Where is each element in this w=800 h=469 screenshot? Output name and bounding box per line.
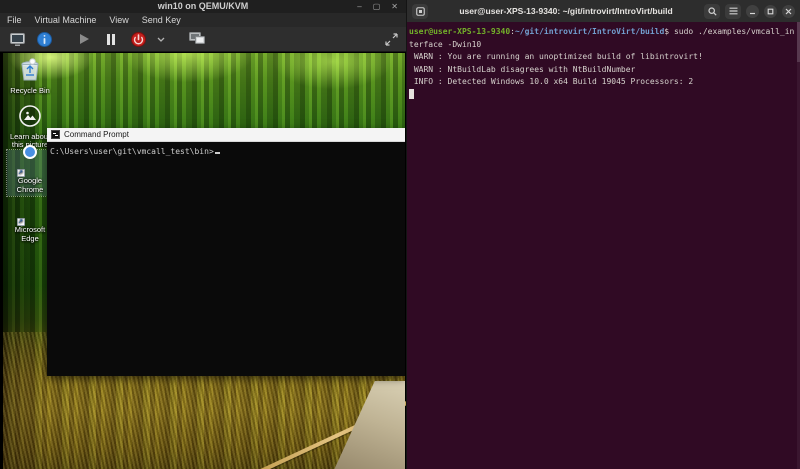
graphical-console-icon[interactable] — [8, 30, 26, 48]
menu-virtual-machine[interactable]: Virtual Machine — [35, 15, 97, 25]
command-prompt-titlebar[interactable]: Command Prompt — [47, 128, 405, 142]
vm-display[interactable]: Recycle Bin Learn about this picture ↗ G… — [0, 52, 406, 469]
desktop-icon-label: Recycle Bin — [10, 85, 50, 95]
qemu-window-controls: – ▢ ✕ — [357, 0, 406, 13]
picture-info-icon — [7, 104, 53, 131]
cmd-prompt-text: C:\Users\user\git\vmcall_test\bin> — [50, 147, 214, 156]
windows-desktop-wallpaper: Recycle Bin Learn about this picture ↗ G… — [3, 53, 406, 469]
terminal-body[interactable]: user@user-XPS-13-9340:~/git/introvirt/In… — [407, 22, 800, 469]
maximize-icon[interactable]: ▢ — [373, 0, 381, 13]
desktop-icon-recycle-bin[interactable]: Recycle Bin — [7, 56, 53, 97]
menu-file[interactable]: File — [7, 15, 22, 25]
shutdown-icon[interactable] — [129, 30, 147, 48]
cmd-cursor — [214, 152, 220, 154]
terminal-headerbar[interactable]: user@user-XPS-13-9340: ~/git/introvirt/I… — [407, 0, 800, 22]
terminal-window-title: user@user-XPS-13-9340: ~/git/introvirt/I… — [459, 6, 673, 16]
search-icon[interactable] — [704, 3, 720, 19]
shortcut-arrow-icon: ↗ — [16, 169, 25, 177]
qemu-titlebar[interactable]: win10 on QEMU/KVM – ▢ ✕ — [0, 0, 406, 13]
new-tab-icon[interactable] — [412, 3, 428, 19]
prompt-path: ~/git/introvirt/IntroVirt/build — [514, 27, 665, 36]
command-text: sudo ./examples/vmcall_in — [673, 27, 795, 36]
cmd-app-icon — [51, 130, 60, 139]
prompt-user-host: user@user-XPS-13-9340 — [409, 27, 511, 36]
command-prompt-title: Command Prompt — [64, 130, 129, 139]
maximize-icon[interactable] — [764, 4, 777, 18]
qemu-vm-window: win10 on QEMU/KVM – ▢ ✕ File Virtual Mac… — [0, 0, 406, 469]
pause-icon[interactable] — [102, 30, 120, 48]
close-icon[interactable]: ✕ — [391, 0, 398, 13]
microsoft-edge-icon: ↗ — [16, 201, 42, 226]
minimize-icon[interactable]: – — [357, 0, 361, 13]
close-icon[interactable] — [782, 4, 795, 18]
terminal-output-line: WARN : NtBuildLab disagrees with NtBuild… — [409, 64, 636, 74]
minimize-icon[interactable] — [746, 4, 759, 18]
desktop-icon-label: Google Chrome — [16, 176, 44, 194]
desktop-root: win10 on QEMU/KVM – ▢ ✕ File Virtual Mac… — [0, 0, 800, 469]
command-prompt-window[interactable]: Command Prompt C:\Users\user\git\vmcall_… — [47, 128, 405, 376]
terminal-prompt-line: user@user-XPS-13-9340:~/git/introvirt/In… — [409, 26, 798, 39]
qemu-toolbar — [0, 27, 406, 52]
terminal-cursor-line — [409, 88, 798, 102]
shutdown-menu-chevron-icon[interactable] — [156, 30, 166, 48]
google-chrome-icon: ↗ — [16, 152, 42, 177]
run-icon[interactable] — [75, 30, 93, 48]
recycle-bin-icon — [7, 58, 53, 85]
command-prompt-body[interactable]: C:\Users\user\git\vmcall_test\bin> — [47, 142, 405, 376]
qemu-window-title: win10 on QEMU/KVM — [157, 1, 249, 11]
shortcut-arrow-icon: ↗ — [16, 218, 25, 226]
terminal-output-line: INFO : Detected Windows 10.0 x64 Build 1… — [409, 77, 694, 86]
terminal-output-line: WARN : You are running an unoptimized bu… — [409, 52, 703, 61]
hamburger-menu-icon[interactable] — [725, 3, 741, 19]
terminal-command-wrap-line: terface -Dwin10 — [409, 39, 482, 49]
gnome-terminal-window: user@user-XPS-13-9340: ~/git/introvirt/I… — [406, 0, 800, 469]
virtual-displays-icon[interactable] — [188, 30, 206, 48]
hardware-details-icon[interactable] — [35, 30, 53, 48]
menu-view[interactable]: View — [109, 15, 128, 25]
terminal-cursor — [409, 88, 414, 99]
fullscreen-icon[interactable] — [382, 30, 400, 48]
desktop-icon-label: Microsoft Edge — [14, 225, 46, 243]
qemu-menubar: File Virtual Machine View Send Key — [0, 13, 406, 27]
menu-send-key[interactable]: Send Key — [142, 15, 181, 25]
prompt-suffix: $ — [664, 27, 674, 36]
